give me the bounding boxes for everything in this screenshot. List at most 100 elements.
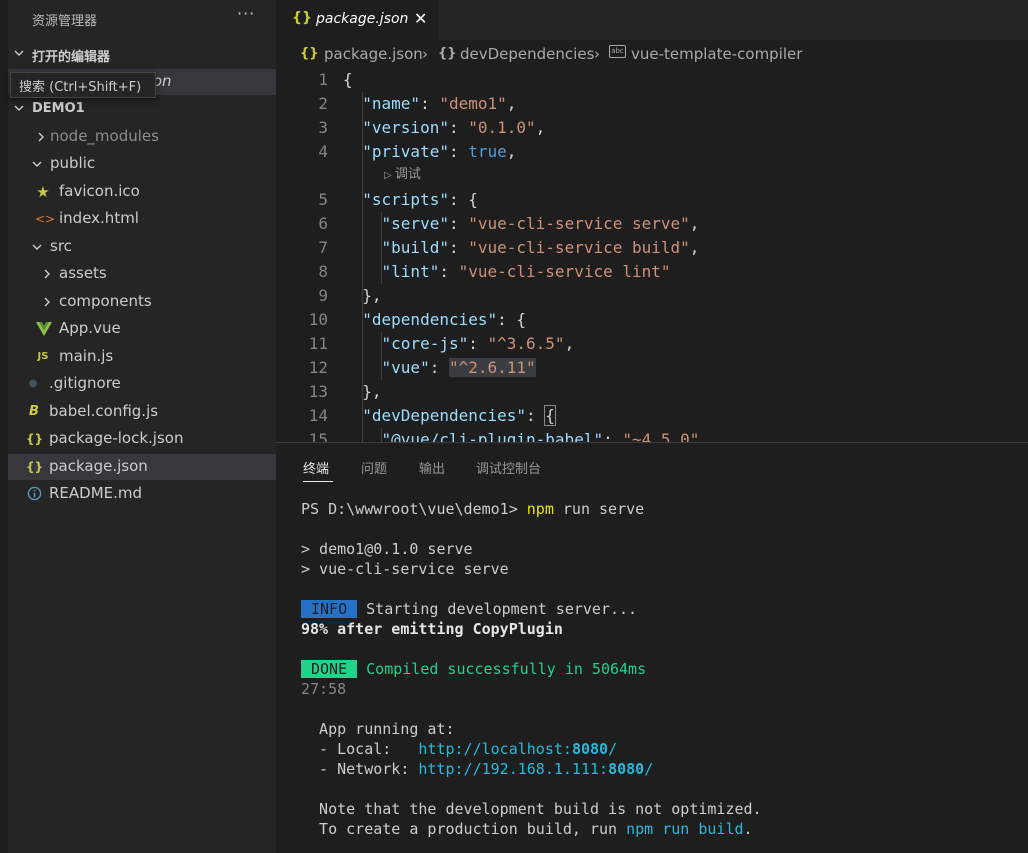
tree-item-app-vue[interactable]: App.vue	[8, 316, 276, 342]
network-slash[interactable]: /	[644, 760, 653, 778]
git-icon: ●	[28, 378, 38, 389]
line-number: 15	[308, 430, 328, 442]
tab-terminal[interactable]: 终端	[303, 458, 329, 477]
tree-item-index-html[interactable]: <> index.html	[8, 206, 276, 232]
code-text: "build": "vue-cli-service build",	[381, 238, 700, 257]
line-number: 7	[318, 238, 328, 257]
code-text: "version": "0.1.0",	[362, 118, 546, 137]
breadcrumb-item-devdependencies[interactable]: devDependencies	[460, 45, 594, 63]
tree-item-label: package.json	[49, 457, 148, 475]
network-port[interactable]: 8080	[608, 760, 644, 778]
code-text: "core-js": "^3.6.5",	[381, 334, 575, 353]
code-line[interactable]: 8 "lint": "vue-cli-service lint"	[276, 260, 1028, 284]
tree-item-node-modules[interactable]: node_modules	[8, 124, 276, 150]
code-line[interactable]: 4 "private": true,	[276, 140, 1028, 164]
tree-item-label: index.html	[59, 209, 139, 227]
code-text: "devDependencies": {	[362, 405, 556, 426]
code-line[interactable]: 6 "serve": "vue-cli-service serve",	[276, 212, 1028, 236]
code-line[interactable]: 11 "core-js": "^3.6.5",	[276, 332, 1028, 356]
line-number: 11	[308, 334, 328, 353]
tree-item-label: public	[50, 154, 96, 172]
local-port[interactable]: 8080	[572, 740, 608, 758]
chevron-right-icon	[40, 267, 54, 281]
tree-item-src[interactable]: src	[8, 234, 276, 260]
editor-tab-bar: {} package.json ✕	[276, 0, 1028, 40]
code-line[interactable]: 3 "version": "0.1.0",	[276, 116, 1028, 140]
breadcrumb-item-compiler[interactable]: vue-template-compiler	[631, 45, 802, 63]
line-number: 9	[318, 286, 328, 305]
line-number: 6	[318, 214, 328, 233]
code-text: "serve": "vue-cli-service serve",	[381, 214, 700, 233]
tab-package-json[interactable]: {} package.json ✕	[276, 0, 438, 40]
command: npm	[526, 500, 554, 518]
code-line[interactable]: 13 },	[276, 380, 1028, 404]
network-url-link[interactable]: http://192.168.1.111:	[418, 760, 608, 778]
code-line[interactable]: 5 "scripts": {	[276, 188, 1028, 212]
tree-item-components[interactable]: components	[8, 289, 276, 315]
code-text: "dependencies": {	[362, 310, 527, 329]
tree-item-label: node_modules	[50, 127, 159, 145]
breadcrumb-item-file[interactable]: package.json	[324, 45, 423, 63]
done-text: Compiled successfully in 5064ms	[357, 660, 647, 678]
code-line[interactable]: 12 "vue": "^2.6.11"	[276, 356, 1028, 380]
codelens-label: 调试	[394, 167, 421, 182]
open-editors-header[interactable]: 打开的编辑器	[8, 43, 276, 67]
line-number: 8	[318, 262, 328, 281]
terminal-line: Note that the development build is not o…	[301, 800, 762, 818]
tree-item-gitignore[interactable]: ● .gitignore	[8, 371, 276, 397]
code-line[interactable]: 2 "name": "demo1",	[276, 92, 1028, 116]
note2-prefix: To create a production build, run	[301, 820, 627, 838]
json-icon: {}	[26, 432, 44, 446]
terminal[interactable]: PS D:\wwwroot\vue\demo1> npm run serve >…	[276, 485, 1028, 853]
terminal-prompt-line: PS D:\wwwroot\vue\demo1> npm run serve	[301, 499, 644, 519]
tree-item-label: src	[50, 237, 72, 255]
tree-item-babel-config[interactable]: B babel.config.js	[8, 399, 276, 425]
tab-problems[interactable]: 问题	[361, 458, 387, 477]
local-slash[interactable]: /	[608, 740, 617, 758]
line-number: 13	[308, 382, 328, 401]
project-header[interactable]: DEMO1	[8, 98, 276, 122]
close-icon[interactable]: ✕	[414, 9, 427, 28]
chevron-down-icon	[12, 101, 26, 115]
tree-item-assets[interactable]: assets	[8, 261, 276, 287]
chevron-down-icon	[12, 46, 26, 60]
code-editor[interactable]: 1{2 "name": "demo1", 3 "version": "0.1.0"…	[276, 68, 1028, 442]
tab-output[interactable]: 输出	[419, 458, 445, 477]
tree-item-public[interactable]: public	[8, 151, 276, 177]
prompt: PS D:\wwwroot\vue\demo1>	[301, 500, 527, 518]
note2-suffix: .	[743, 820, 753, 838]
tree-item-package-json[interactable]: {} package.json	[8, 454, 276, 480]
explorer-title: 资源管理器	[32, 14, 98, 29]
tree-item-label: components	[59, 292, 152, 310]
line-number: 3	[318, 118, 328, 137]
terminal-build-line: To create a production build, run npm ru…	[301, 819, 753, 839]
json-icon: {}	[26, 460, 44, 474]
explorer-sidebar: 资源管理器 ··· 打开的编辑器 son DEMO1 node_modules …	[0, 0, 276, 853]
code-line[interactable]: 1{	[276, 68, 1028, 92]
active-tab-indicator	[303, 481, 333, 482]
code-line[interactable]: 7 "build": "vue-cli-service build",	[276, 236, 1028, 260]
tree-item-label: main.js	[59, 347, 114, 365]
more-actions-icon[interactable]: ···	[237, 4, 255, 23]
code-line[interactable]: 9 },	[276, 284, 1028, 308]
babel-icon: B	[29, 404, 39, 419]
code-line[interactable]: 15 "@vue/cli-plugin-babel": "~4.5.0",	[276, 428, 1028, 442]
info-icon	[26, 485, 42, 503]
tree-item-package-lock[interactable]: {} package-lock.json	[8, 426, 276, 452]
info-badge: INFO	[301, 600, 358, 618]
code-text: },	[343, 286, 382, 305]
terminal-line: > demo1@0.1.0 serve	[301, 540, 473, 558]
line-number: 4	[318, 142, 328, 161]
tree-item-label: README.md	[49, 484, 143, 502]
local-url-link[interactable]: http://localhost:	[418, 740, 572, 758]
breadcrumb: {} package.json › {} devDependencies › a…	[276, 40, 1028, 68]
tree-item-main-js[interactable]: JS main.js	[8, 344, 276, 370]
code-line[interactable]: 10 "dependencies": {	[276, 308, 1028, 332]
code-text: },	[343, 382, 382, 401]
tree-item-readme[interactable]: README.md	[8, 481, 276, 507]
code-line[interactable]: 14 "devDependencies": {	[276, 404, 1028, 428]
tab-debug-console[interactable]: 调试控制台	[476, 458, 541, 477]
tree-item-favicon[interactable]: ★ favicon.ico	[8, 179, 276, 205]
debug-codelens[interactable]: ▷ 调试	[384, 165, 421, 185]
line-number: 12	[308, 358, 328, 377]
